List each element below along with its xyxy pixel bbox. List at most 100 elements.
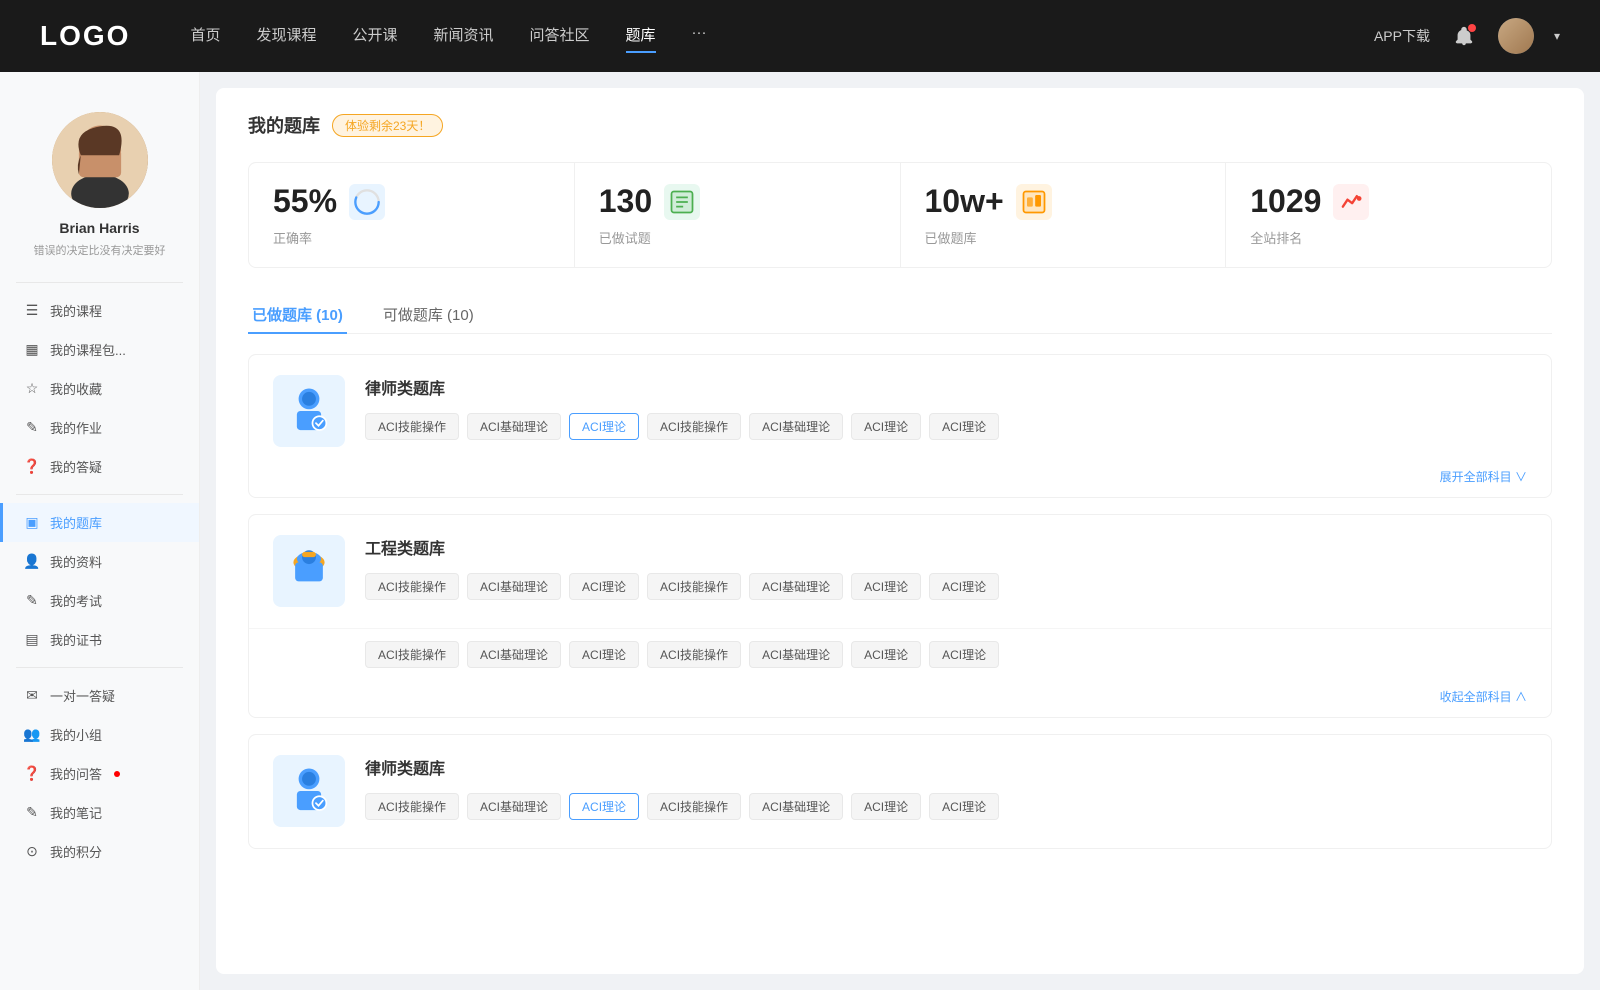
notes-icon: ✎	[24, 805, 40, 821]
tag-item[interactable]: ACI基础理论	[749, 573, 843, 600]
lawyer-2-icon	[283, 765, 335, 817]
nav-home[interactable]: 首页	[190, 24, 220, 49]
tag-item[interactable]: ACI理论	[569, 641, 639, 668]
tag-item[interactable]: ACI理论	[851, 573, 921, 600]
user-avatar[interactable]	[1498, 18, 1534, 54]
subject-lawyer-2-tags: ACI技能操作 ACI基础理论 ACI理论 ACI技能操作 ACI基础理论 AC…	[365, 793, 1527, 820]
nav-more[interactable]: ···	[692, 24, 707, 49]
subject-card-engineer-header: 工程类题库 ACI技能操作 ACI基础理论 ACI理论 ACI技能操作 ACI基…	[249, 515, 1551, 628]
tag-item[interactable]: ACI技能操作	[365, 573, 459, 600]
sidebar-divider-2	[16, 494, 183, 495]
sidebar-item-my-exams[interactable]: ✎ 我的考试	[0, 581, 199, 620]
tag-item[interactable]: ACI技能操作	[647, 641, 741, 668]
stat-ranking-top: 1029	[1250, 183, 1527, 220]
sidebar-item-my-notes[interactable]: ✎ 我的笔记	[0, 793, 199, 832]
stat-questions-label: 已做试题	[599, 228, 876, 247]
tab-available-banks[interactable]: 可做题库 (10)	[379, 296, 478, 333]
tag-item[interactable]: ACI基础理论	[749, 641, 843, 668]
tag-item[interactable]: ACI技能操作	[365, 413, 459, 440]
tag-item-active[interactable]: ACI理论	[569, 413, 639, 440]
sidebar-label-my-courses: 我的课程	[50, 301, 102, 320]
sidebar-item-my-group[interactable]: 👥 我的小组	[0, 715, 199, 754]
subject-engineer-tags-row1: ACI技能操作 ACI基础理论 ACI理论 ACI技能操作 ACI基础理论 AC…	[365, 573, 1527, 600]
tag-item[interactable]: ACI基础理论	[749, 793, 843, 820]
sidebar-label-course-packages: 我的课程包...	[50, 340, 126, 359]
nav-qa[interactable]: 问答社区	[530, 24, 590, 49]
tag-item[interactable]: ACI理论	[569, 573, 639, 600]
sidebar-label-my-qa: 我的答疑	[50, 457, 102, 476]
tag-item[interactable]: ACI理论	[929, 641, 999, 668]
tag-item[interactable]: ACI基础理论	[467, 793, 561, 820]
ranking-icon	[1333, 184, 1369, 220]
tab-done-banks[interactable]: 已做题库 (10)	[248, 296, 347, 333]
app-download-button[interactable]: APP下载	[1374, 26, 1430, 46]
questions-done-icon	[664, 184, 700, 220]
stat-accuracy-value: 55%	[273, 183, 337, 220]
subject-engineer-body: 工程类题库 ACI技能操作 ACI基础理论 ACI理论 ACI技能操作 ACI基…	[365, 535, 1527, 608]
sidebar-item-course-packages[interactable]: ▦ 我的课程包...	[0, 330, 199, 369]
sidebar-item-favorites[interactable]: ☆ 我的收藏	[0, 369, 199, 408]
nav-question-bank[interactable]: 题库	[626, 24, 656, 49]
certificate-icon: ▤	[24, 632, 40, 648]
avatar-image	[1498, 18, 1534, 54]
tag-item[interactable]: ACI理论	[929, 573, 999, 600]
nav-discover[interactable]: 发现课程	[256, 24, 316, 49]
engineer-icon-wrap	[273, 535, 345, 607]
sidebar-label-my-notes: 我的笔记	[50, 803, 102, 822]
subject-lawyer-1-tags: ACI技能操作 ACI基础理论 ACI理论 ACI技能操作 ACI基础理论 AC…	[365, 413, 1527, 440]
tag-item[interactable]: ACI基础理论	[467, 413, 561, 440]
tag-item-active[interactable]: ACI理论	[569, 793, 639, 820]
tag-item[interactable]: ACI基础理论	[467, 641, 561, 668]
tag-item[interactable]: ACI技能操作	[365, 641, 459, 668]
stat-banks-done: 10w+ 已做题库	[901, 163, 1227, 267]
sidebar-item-my-points[interactable]: ⊙ 我的积分	[0, 832, 199, 871]
group-icon: 👥	[24, 727, 40, 743]
tag-item[interactable]: ACI理论	[851, 793, 921, 820]
questions-notification-dot	[114, 771, 120, 777]
favorites-icon: ☆	[24, 381, 40, 397]
profile-motto: 错误的决定比没有决定要好	[16, 242, 183, 258]
main-content: 我的题库 体验剩余23天！ 55% 正确率	[216, 88, 1584, 974]
sidebar-item-question-bank[interactable]: ▣ 我的题库	[0, 503, 199, 542]
tag-item[interactable]: ACI理论	[929, 793, 999, 820]
sidebar-label-my-exams: 我的考试	[50, 591, 102, 610]
sidebar-label-my-points: 我的积分	[50, 842, 102, 861]
collapse-engineer-button[interactable]: 收起全部科目 ∧	[249, 688, 1551, 717]
sidebar-item-my-questions[interactable]: ❓ 我的问答	[0, 754, 199, 793]
notification-bell-button[interactable]	[1450, 22, 1478, 50]
homework-icon: ✎	[24, 420, 40, 436]
sidebar-divider-1	[16, 282, 183, 283]
expand-lawyer-1-button[interactable]: 展开全部科目 ∨	[249, 468, 1551, 497]
nav-news[interactable]: 新闻资讯	[434, 24, 494, 49]
engineer-icon	[283, 545, 335, 597]
sidebar-item-my-courses[interactable]: ☰ 我的课程	[0, 291, 199, 330]
sidebar-item-my-certificates[interactable]: ▤ 我的证书	[0, 620, 199, 659]
accuracy-icon	[349, 184, 385, 220]
lawyer-icon	[283, 385, 335, 437]
tag-item[interactable]: ACI技能操作	[647, 413, 741, 440]
questions-icon: ❓	[24, 766, 40, 782]
sidebar-item-homework[interactable]: ✎ 我的作业	[0, 408, 199, 447]
tag-item[interactable]: ACI理论	[929, 413, 999, 440]
tag-item[interactable]: ACI技能操作	[647, 573, 741, 600]
tag-item[interactable]: ACI技能操作	[647, 793, 741, 820]
tag-item[interactable]: ACI理论	[851, 413, 921, 440]
user-dropdown-arrow[interactable]: ▾	[1554, 29, 1560, 43]
nav-links: 首页 发现课程 公开课 新闻资讯 问答社区 题库 ···	[190, 24, 1374, 49]
sidebar-item-one-on-one[interactable]: ✉ 一对一答疑	[0, 676, 199, 715]
sidebar-item-my-data[interactable]: 👤 我的资料	[0, 542, 199, 581]
profile-name: Brian Harris	[16, 220, 183, 236]
sidebar-label-my-questions: 我的问答	[50, 764, 102, 783]
sidebar-label-my-group: 我的小组	[50, 725, 102, 744]
tag-item[interactable]: ACI理论	[851, 641, 921, 668]
banks-done-icon	[1016, 184, 1052, 220]
lawyer-icon-wrap	[273, 375, 345, 447]
tag-item[interactable]: ACI基础理论	[749, 413, 843, 440]
sidebar-item-my-qa[interactable]: ❓ 我的答疑	[0, 447, 199, 486]
profile-avatar-svg	[52, 112, 148, 208]
tag-item[interactable]: ACI基础理论	[467, 573, 561, 600]
tag-item[interactable]: ACI技能操作	[365, 793, 459, 820]
subject-card-engineer: 工程类题库 ACI技能操作 ACI基础理论 ACI理论 ACI技能操作 ACI基…	[248, 514, 1552, 718]
subject-engineer-name: 工程类题库	[365, 535, 1527, 559]
nav-open-course[interactable]: 公开课	[352, 24, 397, 49]
